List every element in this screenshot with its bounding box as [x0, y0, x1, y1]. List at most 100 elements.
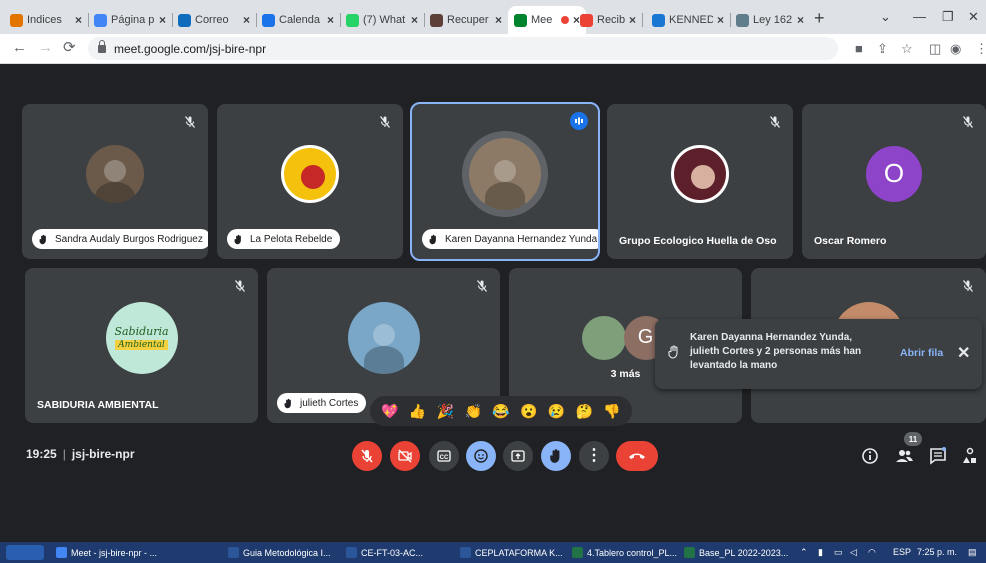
taskbar-item[interactable]: CE-FT-03-AC... [346, 544, 454, 561]
thumbs-down-icon[interactable]: 👎 [601, 400, 623, 422]
leave-call-button[interactable] [616, 441, 658, 471]
minimize-icon[interactable]: — [913, 9, 926, 24]
meeting-code[interactable]: jsj-bire-npr [72, 447, 135, 461]
participant-name-chip: julieth Cortes [277, 393, 367, 413]
chat-icon[interactable] [928, 446, 948, 466]
restore-icon[interactable]: ❐ [942, 9, 954, 25]
photo-subject [95, 181, 135, 203]
camera-toggle-button[interactable] [390, 441, 420, 471]
browser-tab[interactable]: KENNED × [646, 6, 730, 34]
new-tab-button[interactable]: + [814, 9, 825, 27]
participant-name-chip: Karen Dayanna Hernandez Yunda [422, 229, 598, 249]
blue-page-icon [94, 13, 107, 27]
close-tab-icon[interactable]: × [411, 13, 418, 27]
profile-icon[interactable]: ◉ [950, 42, 961, 56]
close-tab-icon[interactable]: × [75, 13, 82, 27]
participant-name-chip: La Pelota Rebelde [227, 229, 341, 249]
people-icon[interactable] [894, 446, 914, 466]
close-tab-icon[interactable]: × [629, 13, 636, 27]
back-icon[interactable]: ← [12, 40, 27, 56]
close-tab-icon[interactable]: × [495, 13, 502, 27]
close-tab-icon[interactable]: × [327, 13, 334, 27]
reactions-button[interactable] [466, 441, 496, 471]
close-tab-icon[interactable]: × [797, 13, 804, 27]
browser-tab[interactable]: Calenda × [256, 6, 340, 34]
party-icon[interactable]: 🎉 [434, 400, 456, 422]
logo-emblem [691, 164, 715, 189]
taskbar-item[interactable]: 4.Tablero control_PL... [572, 544, 680, 561]
raise-hand-button[interactable] [541, 441, 571, 471]
recording-dot-icon [560, 16, 569, 24]
participant-name: Sandra Audaly Burgos Rodriguez [55, 233, 203, 245]
network-icon[interactable]: ▮ [818, 547, 823, 558]
volume-icon[interactable]: ◁ [850, 547, 857, 558]
clap-icon[interactable]: 👏 [462, 400, 484, 422]
address-bar[interactable]: meet.google.com/jsj-bire-npr [88, 37, 838, 60]
captions-button[interactable]: CC [429, 441, 459, 471]
participant-tile[interactable]: Karen Dayanna Hernandez Yunda [410, 102, 600, 261]
thinking-icon[interactable]: 🤔 [573, 400, 595, 422]
taskbar-item-label: Meet - jsj-bire-npr - ... [71, 547, 158, 558]
participant-avatar [281, 144, 339, 203]
camera-icon[interactable]: ■ [855, 42, 863, 56]
browser-tab[interactable]: Indices × [4, 6, 88, 34]
close-tab-icon[interactable]: × [717, 13, 724, 27]
taskbar-item[interactable]: CEPLATAFORMA K... [460, 544, 568, 561]
close-tab-icon[interactable]: × [159, 13, 166, 27]
keyboard-language[interactable]: ESP [893, 547, 911, 557]
participant-avatar [86, 144, 144, 203]
share-icon[interactable]: ⇪ [877, 42, 888, 56]
photo-subject [372, 323, 395, 346]
taskbar-clock[interactable]: 7:25 p. m. [917, 547, 957, 557]
mic-toggle-button[interactable] [352, 441, 382, 471]
heart-icon[interactable]: 💖 [379, 400, 401, 422]
photo-subject [494, 159, 516, 182]
participant-tile[interactable]: Sandra Audaly Burgos Rodriguez [22, 104, 208, 259]
tab-label: KENNED [669, 14, 713, 26]
meeting-details-icon[interactable] [860, 446, 880, 466]
show-hidden-icons-icon[interactable]: ⌃ [800, 547, 808, 558]
gmail-icon [580, 13, 593, 27]
more-options-button[interactable]: ⋮ [579, 441, 609, 471]
close-window-icon[interactable]: ✕ [968, 9, 979, 25]
thumbs-up-icon[interactable]: 👍 [407, 400, 429, 422]
participant-tile[interactable]: Sabiduria Ambiental SABIDURIA AMBIENTAL [25, 268, 258, 423]
browser-tab[interactable]: Ley 162 × [730, 6, 810, 34]
laugh-icon[interactable]: 😂 [490, 400, 512, 422]
participant-avatar [347, 301, 420, 374]
notifications-icon[interactable]: ▤ [968, 547, 977, 558]
close-tab-icon[interactable]: × [243, 13, 250, 27]
wifi-icon[interactable]: ◠ [868, 547, 876, 558]
browser-tab[interactable]: Correo × [172, 6, 256, 34]
whatsapp-icon [346, 13, 359, 27]
bookmark-star-icon[interactable]: ☆ [901, 42, 913, 56]
browser-tab[interactable]: Recuper × [424, 6, 508, 34]
surprised-icon[interactable]: 😮 [518, 400, 540, 422]
participant-tile[interactable]: Grupo Ecologico Huella de Oso [607, 104, 793, 259]
menu-icon[interactable]: ⋮ [975, 42, 986, 56]
more-vert-icon: ⋮ [586, 447, 602, 464]
start-button[interactable] [6, 545, 44, 560]
taskbar-item[interactable]: Base_PL 2022-2023... [684, 544, 796, 561]
chevron-down-icon[interactable]: ⌄ [880, 9, 891, 25]
tab-label: Correo [195, 14, 229, 26]
activities-icon[interactable] [960, 446, 980, 466]
photo-subject [363, 345, 404, 374]
close-toast-button[interactable]: ✕ [957, 343, 970, 363]
captions-icon: CC [437, 450, 451, 462]
taskbar-item[interactable]: Guia Metodológica I... [228, 544, 340, 561]
browser-tab[interactable]: Página p × [88, 6, 172, 34]
reload-icon[interactable]: ⟳ [63, 40, 76, 56]
forward-icon[interactable]: → [38, 40, 53, 56]
sidepanel-icon[interactable]: ◫ [929, 42, 941, 56]
sad-icon[interactable]: 😢 [545, 400, 567, 422]
battery-icon[interactable]: ▭ [834, 547, 843, 558]
taskbar-item[interactable]: Meet - jsj-bire-npr - ... [56, 544, 176, 561]
participant-tile[interactable]: O Oscar Romero [802, 104, 986, 259]
participant-avatar [671, 144, 729, 203]
participant-tile[interactable]: La Pelota Rebelde [217, 104, 403, 259]
browser-tab[interactable]: Recibido × [574, 6, 642, 34]
open-queue-button[interactable]: Abrir fila [900, 347, 943, 359]
present-button[interactable] [503, 441, 533, 471]
browser-tab[interactable]: (7) What × [340, 6, 424, 34]
